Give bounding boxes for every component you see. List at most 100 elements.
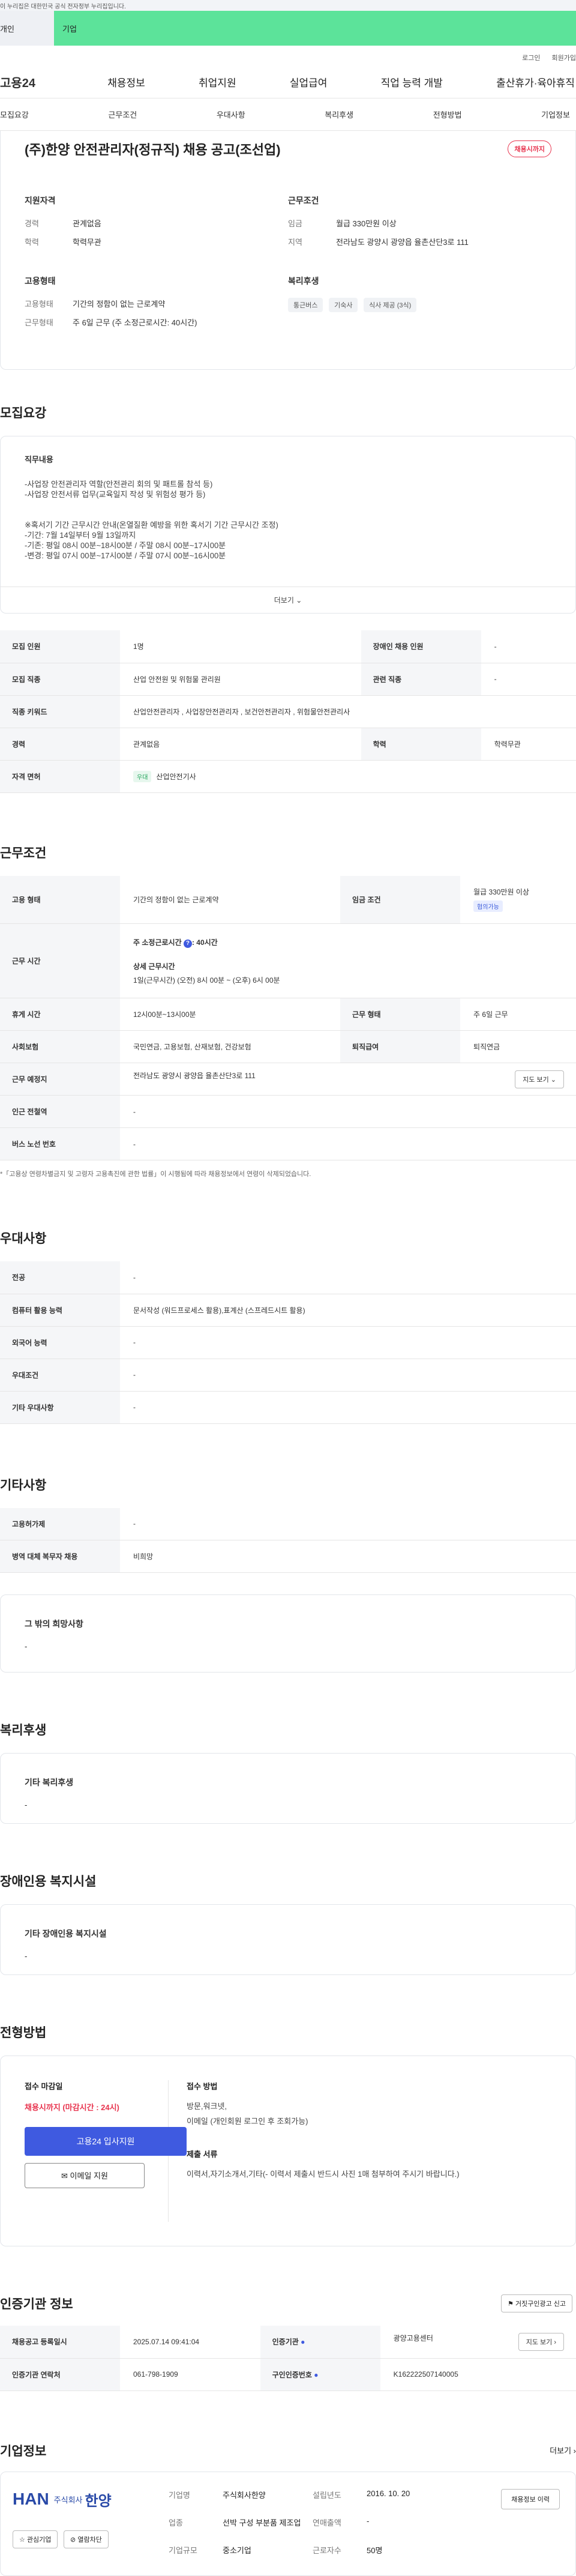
site-logo[interactable]: 고용24 — [0, 73, 54, 91]
table-row: 고용 형태 기간의 정함이 없는 근로계약 임금 조건 월급 330만원 이상 협의가능 — [0, 875, 576, 924]
conditions-heading: 근무조건 — [288, 196, 319, 205]
block-button[interactable]: ⊘ 열람차단 — [64, 2530, 109, 2548]
table-row: 직종 키워드 산업안전관리자 , 사업장안전관리자 , 보건안전관리자 , 위험물… — [0, 695, 576, 728]
info-icon[interactable]: ? — [183, 939, 192, 948]
row-value: - — [120, 1127, 576, 1160]
method-value-2: 이메일 (개인회원 로그인 후 조회가능) — [187, 2117, 308, 2126]
gov-banner: 이 누리집은 대한민국 공식 전자정부 누리집입니다. — [0, 0, 576, 11]
table-row: 채용공고 등록일시 2025.07.14 09:41:04 인증기관 ● 광양고용센터… — [0, 2326, 576, 2359]
deadline-heading: 접수 마감일 — [25, 2082, 63, 2091]
login-link[interactable]: 로그인 — [522, 55, 540, 62]
age-note: *「고용상 연령차별금지 및 고령자 고용촉진에 관한 법률」이 시행됨에 따라… — [0, 1171, 311, 1178]
emp-type-label: 고용형태 — [25, 300, 53, 309]
global-nav: 고용24 채용정보 취업지원 실업급여 직업 능력 개발 출산휴가·육아휴직 — [0, 66, 576, 98]
row-value: - — [481, 630, 576, 663]
row-value: 12시00분~13시00분 — [120, 998, 341, 1031]
row-value: 전라남도 광양시 광양읍 율촌산단3로 111 지도 보기 ⌄ — [120, 1063, 576, 1096]
util-links: 로그인 회원가입 — [0, 46, 576, 66]
qualification-heading: 지원자격 — [25, 196, 56, 205]
emp-type-heading: 고용형태 — [25, 276, 56, 286]
docs-value: 이력서,자기소개서,기타(- 이력서 제출시 반드시 사진 1매 첨부하여 주시… — [187, 2170, 460, 2179]
row-label: 퇴직급여 — [340, 1030, 461, 1063]
tab-personal[interactable]: 개인 — [0, 11, 54, 46]
disability-heading: 기타 장애인용 복지시설 — [25, 1929, 107, 1938]
member-tabs: 개인 기업 — [0, 11, 576, 46]
company-more-link[interactable]: 더보기 › — [550, 2445, 576, 2456]
nav-item-job-training[interactable]: 직업 능력 개발 — [381, 74, 443, 89]
tab-company[interactable]: 기업 — [54, 11, 576, 46]
row-label: 근무 시간 — [0, 923, 120, 998]
more-button[interactable]: 더보기 ⌄ — [1, 587, 575, 613]
tab-work-conditions[interactable]: 근무조건 — [108, 109, 137, 120]
row-label: 모집 인원 — [0, 630, 120, 663]
section-tabs: 모집요강 근무조건 우대사항 복리후생 전형방법 기업정보 — [0, 98, 576, 131]
row-label: 근무 형태 — [340, 998, 461, 1031]
info-icon[interactable]: ● — [301, 2338, 305, 2346]
deadline-badge: 채용시까지 — [508, 140, 551, 157]
welfare-other-value: - — [25, 1800, 28, 1809]
table-row: 기타 우대사항 - — [0, 1391, 576, 1424]
table-row: 사회보험 국민연금, 고용보험, 산재보험, 건강보험 퇴직급여 퇴직연금 — [0, 1030, 576, 1063]
etc-section-title: 기타사항 — [0, 1478, 47, 1492]
desc-line: -기간: 7월 14일부터 9월 13일까지 — [25, 531, 136, 540]
apply-card: 접수 마감일 채용시까지 (마감시간 : 24시) 고용24 입사지원 ✉ 이메… — [0, 2056, 576, 2246]
weekly-hours-value: : 40시간 — [191, 938, 218, 947]
job-summary-card: (주)한양 안전관리자(정규직) 채용 공고(조선업) 채용시까지 지원자격 경… — [0, 131, 576, 370]
nav-item-unemployment-benefit[interactable]: 실업급여 — [290, 74, 328, 89]
row-label: 컴퓨터 활용 능력 — [0, 1294, 120, 1327]
table-row: 휴게 시간 12시00분~13시00분 근무 형태 주 6일 근무 — [0, 998, 576, 1031]
row-label: 외국어 능력 — [0, 1326, 120, 1359]
career-value: 관계없음 — [73, 219, 101, 228]
tab-recruit[interactable]: 모집요강 — [0, 109, 29, 120]
row-value: - — [120, 1095, 576, 1128]
tab-preferences[interactable]: 우대사항 — [217, 109, 245, 120]
row-label: 버스 노선 번호 — [0, 1127, 120, 1160]
tab-welfare[interactable]: 복리후생 — [325, 109, 353, 120]
map-button[interactable]: 지도 보기 ⌄ — [515, 1070, 564, 1088]
favorite-button[interactable]: ☆ 관심기업 — [13, 2530, 58, 2548]
work-section-title: 근무조건 — [0, 846, 47, 860]
career-label: 경력 — [25, 219, 39, 228]
row-value: 061-798-1909 — [120, 2358, 260, 2391]
tab-process[interactable]: 전형방법 — [433, 109, 462, 120]
row-value: - — [120, 1507, 576, 1540]
recruit-section-title: 모집요강 — [0, 406, 47, 420]
chevron-down-icon: ⌄ — [296, 596, 302, 605]
table-row: 자격 면허 우대 산업안전기사 — [0, 760, 576, 793]
table-row: 모집 인원 1명 장애인 채용 인원 - — [0, 630, 576, 663]
table-row: 근무 시간 주 소정근로시간 ?: 40시간 상세 근무시간 1일(근무시간) … — [0, 923, 576, 998]
info-label: 설립년도 — [313, 2490, 341, 2500]
row-label: 사회보험 — [0, 1030, 120, 1063]
wage-value: 월급 330만원 이상 — [473, 888, 529, 897]
etc-table: 고용허가제 - 병역 대체 복무자 채용 비희망 — [0, 1507, 576, 1573]
row-label: 인증기관 ● — [260, 2326, 380, 2359]
cert-section-title: 인증기관 정보 — [0, 2297, 73, 2311]
nav-item-jobs[interactable]: 채용정보 — [107, 74, 145, 89]
nav-item-parental-leave[interactable]: 출산휴가·육아휴직 — [496, 74, 575, 89]
tab-company[interactable]: 기업정보 — [541, 109, 570, 120]
row-value: - — [120, 1391, 576, 1424]
hours-detail-value: 1일(근무시간) (오전) 8시 00분 ~ (오후) 6시 00분 — [133, 976, 280, 985]
join-link[interactable]: 회원가입 — [552, 55, 576, 62]
disability-section-title: 장애인용 복지시설 — [0, 1875, 97, 1889]
row-value: 국민연금, 고용보험, 산재보험, 건강보험 — [120, 1030, 341, 1063]
table-row: 인증기관 연락처 061-798-1909 구인인증번호 ● K16222250714… — [0, 2358, 576, 2391]
info-label: 연매출액 — [313, 2518, 341, 2527]
cert-table: 채용공고 등록일시 2025.07.14 09:41:04 인증기관 ● 광양고용센터… — [0, 2326, 576, 2391]
place-value: 전라남도 광양시 광양읍 율촌산단3로 111 — [133, 1071, 256, 1080]
table-row: 우대조건 - — [0, 1359, 576, 1392]
job-title: (주)한양 안전관리자(정규직) 채용 공고(조선업) — [25, 142, 281, 157]
email-apply-button[interactable]: ✉ 이메일 지원 — [25, 2163, 145, 2188]
info-icon[interactable]: ● — [314, 2371, 318, 2379]
apply-button[interactable]: 고용24 입사지원 — [25, 2127, 187, 2156]
row-label: 장애인 채용 인원 — [361, 630, 481, 663]
info-label: 기업규모 — [169, 2545, 197, 2555]
work-table: 고용 형태 기간의 정함이 없는 근로계약 임금 조건 월급 330만원 이상 협의가능… — [0, 875, 576, 1160]
nav-item-employment-support[interactable]: 취업지원 — [199, 74, 236, 89]
row-value: 퇴직연금 — [460, 1030, 576, 1063]
history-button[interactable]: 채용정보 이력 — [501, 2488, 560, 2509]
report-button[interactable]: ⚑ 거짓구인광고 신고 — [501, 2294, 572, 2312]
cert-map-button[interactable]: 지도 보기 › — [518, 2332, 564, 2351]
row-label: 모집 직종 — [0, 663, 120, 696]
info-value: 주식회사한양 — [223, 2490, 266, 2500]
